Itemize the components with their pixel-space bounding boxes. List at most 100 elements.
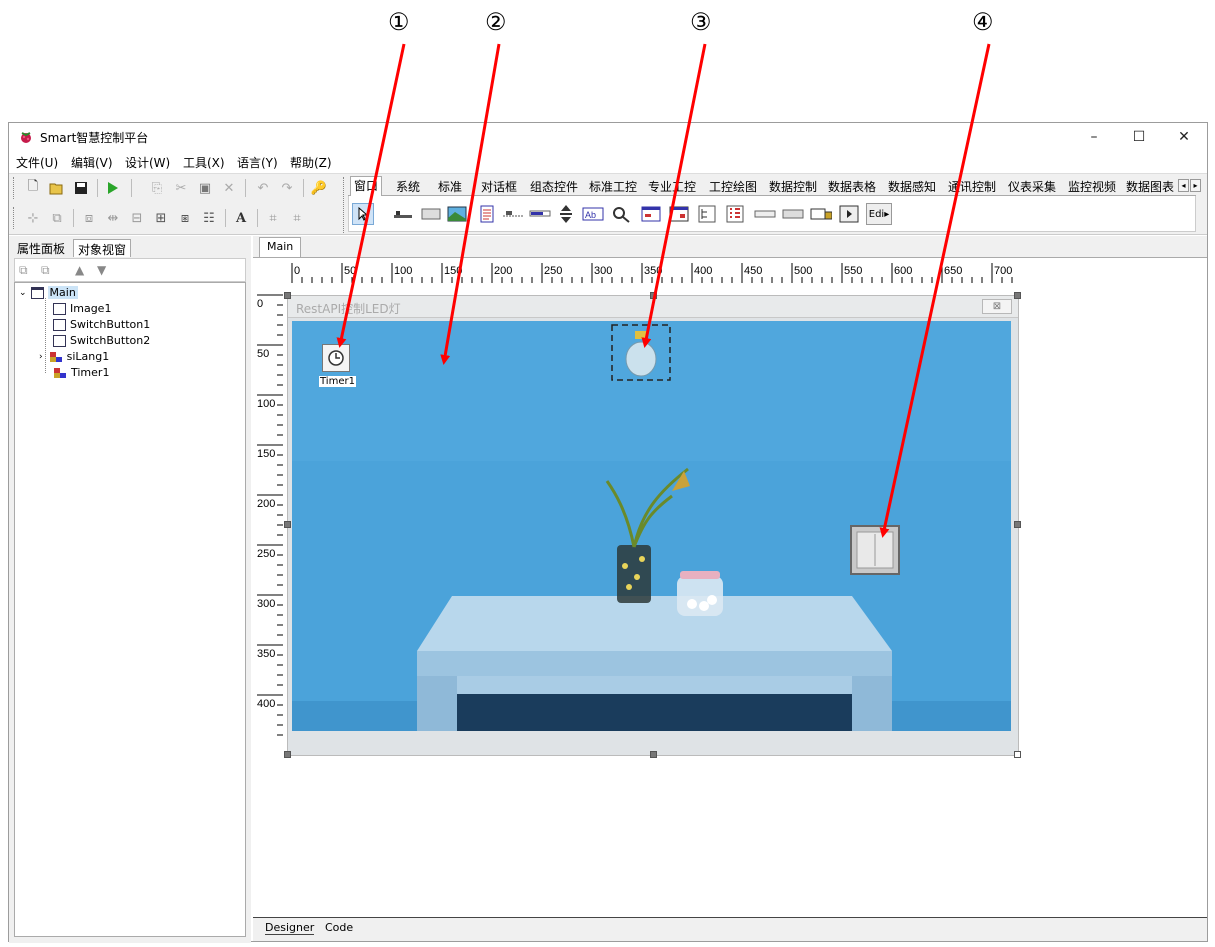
menu-language[interactable]: 语言(Y) — [237, 154, 278, 171]
tab-order-icon[interactable]: ⊞ — [151, 208, 171, 228]
resize-handle[interactable] — [1014, 292, 1021, 299]
tab-video-monitor[interactable]: 监控视频 — [1068, 178, 1116, 195]
progress-component-icon[interactable] — [529, 203, 551, 225]
grid-component-icon[interactable] — [724, 203, 746, 225]
minimize-button[interactable]: – — [1071, 123, 1117, 151]
save-icon[interactable] — [71, 178, 91, 198]
tab-data-sensing[interactable]: 数据感知 — [888, 178, 936, 195]
paste-icon[interactable]: ▣ — [195, 178, 215, 198]
tab-comm-control[interactable]: 通讯控制 — [948, 178, 996, 195]
tab-designer[interactable]: Designer — [265, 921, 315, 935]
undo-icon[interactable]: ↶ — [253, 178, 273, 198]
ruler-label: 350 — [257, 648, 275, 660]
design-canvas: 0 50 100 150 200 250 300 350 400 450 500 550 600 650 7… — [253, 257, 1207, 917]
tree-node-switchbutton1[interactable]: SwitchButton1 — [53, 317, 150, 332]
tree-node-image1[interactable]: Image1 — [53, 301, 111, 316]
resize-handle[interactable] — [284, 292, 291, 299]
tab-data-chart[interactable]: 数据图表 — [1126, 178, 1174, 195]
media-component-icon[interactable] — [838, 203, 860, 225]
align-icon[interactable]: ⧉ — [47, 208, 67, 228]
open-folder-icon[interactable] — [47, 178, 67, 198]
bring-front-icon[interactable]: ⧈ — [79, 208, 99, 228]
order-list-icon[interactable]: ☷ — [199, 208, 219, 228]
pointer-icon[interactable] — [352, 203, 374, 225]
maximize-button[interactable]: ☐ — [1116, 123, 1162, 151]
menu-tools[interactable]: 工具(X) — [183, 154, 225, 171]
tree-node-main[interactable]: ⌄ Main — [19, 285, 78, 300]
run-icon[interactable] — [103, 178, 123, 198]
space-horizontal-icon[interactable]: ⇹ — [103, 208, 123, 228]
group-icon[interactable]: ⌗ — [263, 208, 283, 228]
checkbox-component-icon[interactable] — [810, 203, 832, 225]
tree-node-silang1[interactable]: › siLang1 — [39, 349, 109, 364]
align-center-icon[interactable]: ⊹ — [23, 208, 43, 228]
tree-component-icon[interactable] — [696, 203, 718, 225]
tab-code[interactable]: Code — [325, 921, 353, 934]
resize-handle[interactable] — [650, 292, 657, 299]
tab-dialog[interactable]: 对话框 — [481, 178, 517, 195]
image-component-icon[interactable] — [446, 203, 468, 225]
toolbar-separator — [97, 179, 98, 197]
tab-standard-industrial[interactable]: 标准工控 — [589, 178, 637, 195]
menu-design[interactable]: 设计(W) — [125, 154, 170, 171]
tab-data-table[interactable]: 数据表格 — [828, 178, 876, 195]
tab-instrument[interactable]: 仪表采集 — [1008, 178, 1056, 195]
delete-icon[interactable]: ✕ — [219, 178, 239, 198]
menu-help[interactable]: 帮助(Z) — [290, 154, 332, 171]
ruler-label: 0 — [257, 298, 263, 310]
tab-data-control[interactable]: 数据控制 — [769, 178, 817, 195]
bevel-component-icon[interactable] — [782, 203, 804, 225]
spin-component-icon[interactable] — [555, 203, 577, 225]
resize-handle[interactable] — [284, 521, 291, 528]
ungroup-icon[interactable]: ⌗ — [287, 208, 307, 228]
tree-node-timer1[interactable]: Timer1 — [53, 365, 109, 380]
toolbar-separator — [73, 209, 74, 227]
form-component-icon[interactable] — [640, 203, 662, 225]
designed-form[interactable]: RestAPI控制LED灯 ⊠ Timer1 — [284, 292, 1021, 758]
tab-config-controls[interactable]: 组态控件 — [530, 178, 578, 195]
cut-icon[interactable]: ✂ — [171, 178, 191, 198]
tab-object-view[interactable]: 对象视窗 — [73, 239, 132, 257]
remove-object-icon[interactable]: ⧉ — [41, 263, 50, 278]
font-icon[interactable]: A — [231, 208, 251, 228]
resize-handle[interactable] — [1014, 521, 1021, 528]
tab-industrial-drawing[interactable]: 工控绘图 — [709, 178, 757, 195]
tab-window[interactable]: 窗口 — [350, 176, 383, 197]
copy-icon[interactable]: ⎘ — [147, 178, 167, 198]
lock-icon[interactable]: ⧆ — [175, 208, 195, 228]
text-box-component-icon[interactable]: Ab — [582, 203, 604, 225]
new-file-icon[interactable]: 🗋 — [23, 178, 43, 198]
tab-main[interactable]: Main — [259, 237, 302, 257]
timer1-component[interactable] — [322, 344, 350, 372]
close-button[interactable]: ✕ — [1161, 123, 1207, 151]
redo-icon[interactable]: ↷ — [277, 178, 297, 198]
resize-handle[interactable] — [284, 751, 291, 758]
dialog-component-icon[interactable] — [668, 203, 690, 225]
tab-standard[interactable]: 标准 — [438, 178, 462, 195]
menu-edit[interactable]: 编辑(V) — [71, 154, 113, 171]
down-arrow-icon[interactable]: ▼ — [97, 263, 106, 277]
chevron-down-icon[interactable]: ⌄ — [19, 288, 27, 298]
resize-handle[interactable] — [1014, 751, 1021, 758]
chevron-right-icon[interactable]: › — [39, 352, 43, 362]
memo-component-icon[interactable] — [476, 203, 498, 225]
button-component-icon[interactable] — [754, 203, 776, 225]
label-component-icon[interactable] — [392, 203, 414, 225]
up-arrow-icon[interactable]: ▲ — [75, 263, 84, 277]
image1-background-photo[interactable]: Timer1 — [292, 321, 1011, 731]
tab-system[interactable]: 系统 — [396, 178, 420, 195]
size-icon[interactable]: ⊟ — [127, 208, 147, 228]
search-component-icon[interactable] — [610, 203, 632, 225]
key-icon[interactable]: 🔑 — [309, 178, 329, 198]
panel-component-icon[interactable] — [420, 203, 442, 225]
tab-properties[interactable]: 属性面板 — [13, 239, 69, 257]
tab-pro-industrial[interactable]: 专业工控 — [648, 178, 696, 195]
tab-scroll-left-icon[interactable]: ◂ — [1178, 179, 1189, 192]
edit-component-icon[interactable] — [502, 203, 524, 225]
add-object-icon[interactable]: ⧉ — [19, 263, 28, 278]
tree-node-switchbutton2[interactable]: SwitchButton2 — [53, 333, 150, 348]
tab-scroll-right-icon[interactable]: ▸ — [1190, 179, 1201, 192]
resize-handle[interactable] — [650, 751, 657, 758]
edit-more-icon[interactable]: Edi ▸ — [866, 203, 892, 225]
menu-file[interactable]: 文件(U) — [16, 154, 58, 171]
